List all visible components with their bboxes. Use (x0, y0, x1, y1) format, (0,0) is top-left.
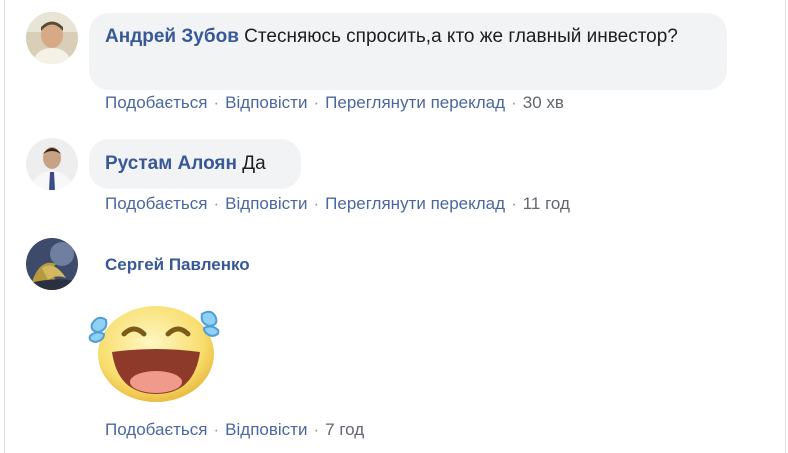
timestamp[interactable]: 30 хв (523, 93, 564, 112)
separator: · (511, 194, 517, 213)
separator: · (313, 93, 320, 112)
user-photo-icon (26, 12, 78, 64)
like-link[interactable]: Подобається (105, 93, 208, 112)
separator: · (313, 420, 320, 439)
separator: · (213, 194, 220, 213)
comment-bubble: Рустам Алоян Да (89, 139, 301, 189)
author-name[interactable]: Андрей Зубов (105, 26, 239, 47)
avatar[interactable] (26, 238, 78, 290)
reply-link[interactable]: Відповісти (225, 194, 307, 213)
comment-bubble: Андрей Зубов Стесняюсь спросить,а кто же… (89, 13, 727, 90)
separator: · (511, 93, 517, 112)
translate-link[interactable]: Переглянути переклад (325, 194, 505, 213)
separator: · (313, 194, 320, 213)
comment-text: Да (242, 153, 266, 174)
comment-actions: Подобається · Відповісти · 7 год (105, 420, 364, 440)
avatar[interactable] (26, 138, 78, 190)
avatar[interactable] (26, 12, 78, 64)
comment-actions: Подобається · Відповісти · Переглянути перек… (105, 93, 564, 113)
comment-actions: Подобається · Відповісти · Переглянути перек… (105, 194, 570, 214)
laughing-emoji-icon (88, 306, 220, 402)
user-photo-icon (26, 138, 78, 190)
timestamp[interactable]: 11 год (523, 194, 570, 213)
translate-link[interactable]: Переглянути переклад (325, 93, 505, 112)
left-border (4, 0, 5, 453)
laughing-with-tears-sticker (86, 296, 222, 404)
separator: · (213, 93, 220, 112)
separator: · (213, 420, 220, 439)
comment-text: Стесняюсь спросить,а кто же главный инве… (244, 26, 678, 47)
right-border (785, 0, 786, 453)
timestamp[interactable]: 7 год (325, 420, 364, 439)
reply-link[interactable]: Відповісти (225, 93, 307, 112)
reply-link[interactable]: Відповісти (225, 420, 307, 439)
user-photo-icon (26, 238, 78, 290)
author-name[interactable]: Рустам Алоян (105, 153, 237, 174)
like-link[interactable]: Подобається (105, 194, 208, 213)
like-link[interactable]: Подобається (105, 420, 208, 439)
author-name[interactable]: Сергей Павленко (105, 255, 250, 275)
